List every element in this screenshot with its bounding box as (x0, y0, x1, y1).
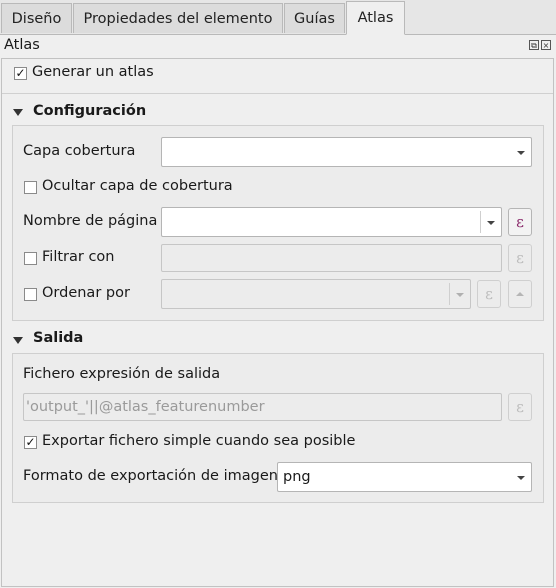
chevron-down-icon (487, 221, 495, 225)
chevron-down-icon (517, 476, 525, 480)
tab-label: Propiedades del elemento (83, 11, 273, 27)
tab-diseno[interactable]: Diseño (1, 3, 72, 33)
sort-label: Ordenar por (42, 285, 130, 301)
combo-divider (480, 211, 481, 233)
image-format-combo[interactable]: png (277, 462, 532, 492)
hide-coverage-checkbox[interactable] (24, 181, 37, 194)
page-name-combo[interactable] (161, 207, 502, 237)
filter-checkbox[interactable] (24, 252, 37, 265)
divider (2, 93, 553, 94)
sort-ascending-icon[interactable] (508, 280, 532, 308)
chevron-down-icon (456, 293, 464, 297)
sort-checkbox[interactable] (24, 288, 37, 301)
filter-label: Filtrar con (42, 249, 115, 265)
arrow-up-icon (516, 292, 524, 296)
tab-label: Atlas (357, 10, 394, 26)
output-filename-input[interactable]: 'output_'||@atlas_featurenumber (23, 393, 502, 421)
collapse-triangle-icon[interactable] (13, 109, 23, 116)
generate-atlas-checkbox[interactable]: ✓ (14, 67, 27, 80)
output-filename-label: Fichero expresión de salida (23, 366, 221, 382)
filter-expression-icon[interactable]: ε (508, 244, 532, 272)
dock-title: Atlas (4, 37, 40, 53)
tab-guias[interactable]: Guías (284, 3, 345, 33)
hide-coverage-label: Ocultar capa de cobertura (42, 178, 233, 194)
filter-expression-input[interactable] (161, 244, 502, 272)
tab-atlas[interactable]: Atlas (346, 1, 405, 35)
float-icon[interactable]: ⧉ (529, 40, 539, 50)
sort-field-combo[interactable] (161, 279, 471, 309)
page-name-expression-icon[interactable]: ε (508, 208, 532, 236)
collapse-triangle-icon[interactable] (13, 337, 23, 344)
sort-expression-icon[interactable]: ε (477, 280, 501, 308)
coverage-layer-label: Capa cobertura (23, 143, 136, 159)
page-name-label: Nombre de página (23, 213, 158, 229)
tab-label: Diseño (11, 11, 62, 27)
output-filename-expression-icon[interactable]: ε (508, 393, 532, 421)
tab-label: Guías (294, 11, 335, 27)
config-section-title: Configuración (33, 103, 147, 119)
image-format-label: Formato de exportación de imagen (23, 468, 278, 484)
coverage-layer-combo[interactable] (161, 137, 532, 167)
combo-divider (449, 283, 450, 305)
tab-bar: Diseño Propiedades del elemento Guías At… (0, 0, 556, 35)
close-icon[interactable]: × (541, 40, 551, 50)
generate-atlas-label: Generar un atlas (32, 64, 154, 80)
image-format-value: png (283, 469, 311, 485)
single-file-checkbox[interactable]: ✓ (24, 436, 37, 449)
tab-propiedades-elemento[interactable]: Propiedades del elemento (73, 3, 283, 33)
chevron-down-icon (517, 151, 525, 155)
single-file-label: Exportar fichero simple cuando sea posib… (42, 433, 356, 449)
output-section-title: Salida (33, 330, 84, 346)
